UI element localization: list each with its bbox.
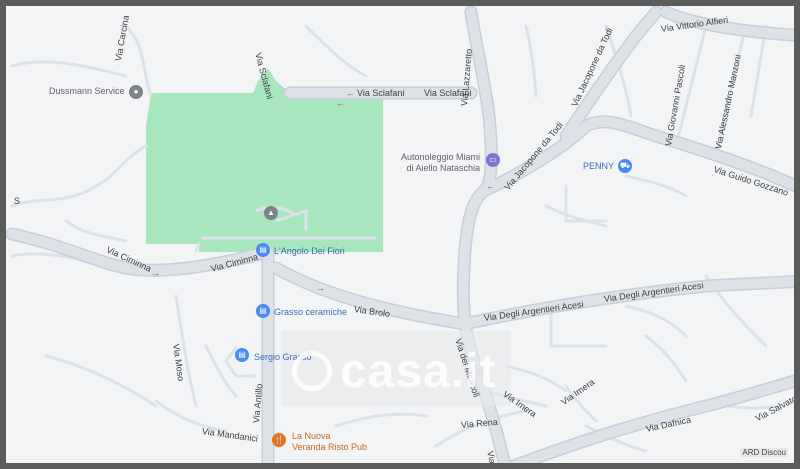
restaurant-icon[interactable]: 🍴 <box>272 433 286 447</box>
poi-grasso-ceramiche[interactable]: Grasso ceramiche <box>274 307 347 317</box>
edge-label: S <box>14 196 21 206</box>
poi-penny[interactable]: PENNY <box>583 161 614 171</box>
poi-nuova-veranda-label-1: La Nuova <box>292 431 331 441</box>
watermark-logo-icon <box>292 351 332 391</box>
shop-icon[interactable]: ▤ <box>256 304 270 318</box>
shop-icon[interactable]: ▤ <box>256 243 270 257</box>
place-icon[interactable]: ● <box>129 85 143 99</box>
svg-text:←: ← <box>346 88 355 98</box>
poi-nuova-veranda[interactable]: La Nuova Veranda Risto Pub <box>292 431 367 453</box>
map-attribution: ARD Discou <box>740 448 788 457</box>
poi-angolo-fiori[interactable]: L'Angolo Dei Fiori <box>274 246 345 256</box>
poi-dussmann-label: Dussmann Service <box>49 86 125 96</box>
svg-text:←: ← <box>486 181 495 191</box>
street-label-via-sclafani-1: Via Sclafani <box>357 88 405 98</box>
svg-text:←: ← <box>336 98 345 108</box>
car-icon[interactable]: ▭ <box>486 153 500 167</box>
map-frame[interactable]: ← ← → → ← Via Sclafani Via Sclafani Via … <box>0 0 800 469</box>
watermark-text: casa.it <box>340 345 497 398</box>
poi-autonoleggio-label-2: di Aiello Nataschia <box>406 163 481 173</box>
poi-penny-label: PENNY <box>583 161 615 171</box>
landmark-icon[interactable]: ▲ <box>264 206 278 220</box>
poi-dussmann[interactable]: Dussmann Service <box>49 86 125 96</box>
poi-grasso-ceramiche-label: Grasso ceramiche <box>274 307 348 317</box>
svg-text:→: → <box>151 268 160 278</box>
shop-icon[interactable]: ▤ <box>235 348 249 362</box>
cart-icon[interactable]: ⛟ <box>618 159 632 173</box>
poi-angolo-fiori-label: L'Angolo Dei Fiori <box>274 246 345 256</box>
poi-autonoleggio-label-1: Autonoleggio Miami <box>401 152 481 162</box>
poi-nuova-veranda-label-2: Veranda Risto Pub <box>292 442 368 452</box>
svg-text:→: → <box>316 283 325 293</box>
poi-autonoleggio[interactable]: Autonoleggio Miami di Aiello Nataschia <box>401 152 480 174</box>
